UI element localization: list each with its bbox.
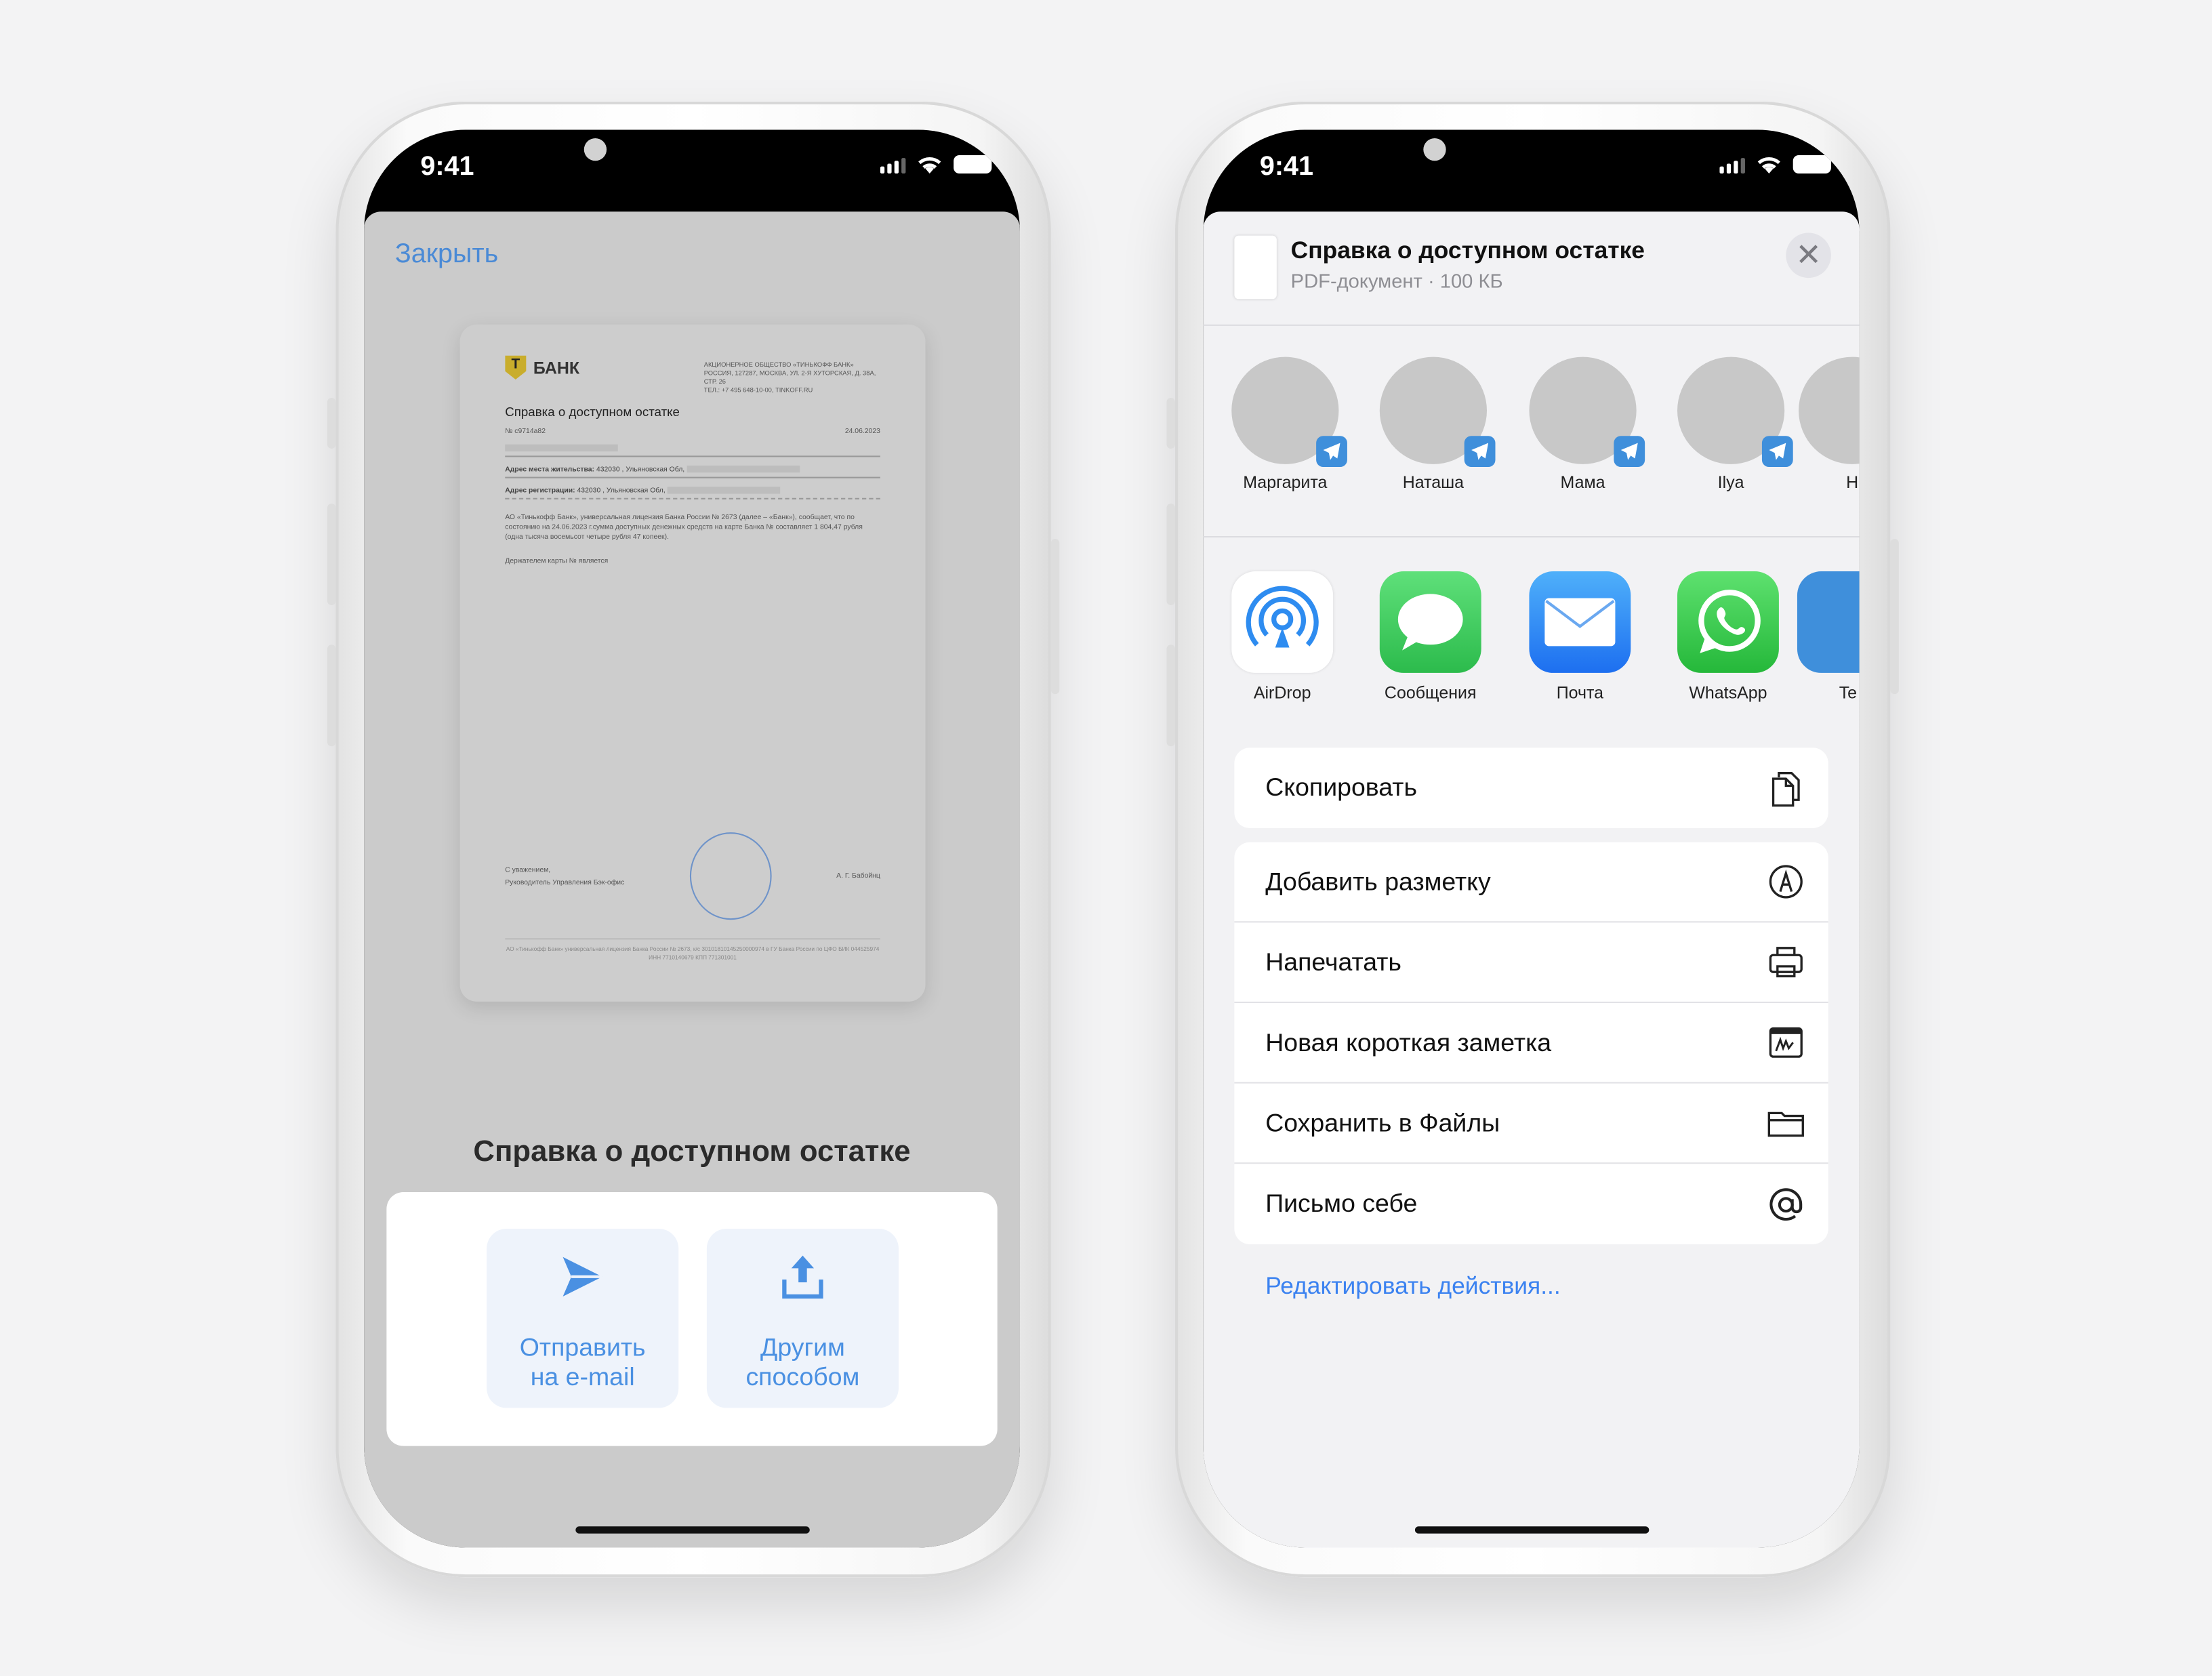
messages-icon (1397, 594, 1463, 651)
left-phone: 9:41 Закрыть Т БАНК АКЦИОНЕРНОЕ ОБЩЕСТВО … (327, 101, 1060, 1578)
action-markup[interactable]: Добавить разметку (1234, 842, 1828, 923)
doc-holder: Держателем карты № является (505, 557, 609, 566)
avatar (1379, 356, 1496, 468)
share-sheet: Справка о доступном остатке PDF-документ… (1203, 211, 1860, 1548)
volume-down-button (327, 645, 336, 747)
stamp-icon (689, 832, 772, 920)
volume-up-button (327, 504, 336, 606)
action-print[interactable]: Напечатать (1234, 922, 1828, 1004)
share-other-button[interactable]: Другим способом (706, 1229, 899, 1408)
action-quick-note[interactable]: Новая короткая заметка (1234, 1003, 1828, 1084)
whatsapp-icon (1698, 590, 1761, 653)
signal-icon (1719, 158, 1745, 174)
battery-icon (1793, 155, 1831, 174)
at-icon (1769, 1187, 1803, 1221)
battery-icon (954, 155, 992, 174)
folder-icon (1767, 1111, 1804, 1137)
quick-note-icon (1769, 1027, 1803, 1058)
action-mail-self[interactable]: Письмо себе (1234, 1164, 1828, 1244)
app-messages[interactable]: Сообщения (1367, 571, 1494, 703)
close-link[interactable]: Закрыть (395, 240, 498, 271)
action-copy[interactable]: Скопировать (1234, 748, 1828, 828)
home-indicator[interactable] (575, 1526, 809, 1534)
volume-up-button (1166, 504, 1175, 606)
actions-list: Добавить разметку Напечатать Новая корот… (1234, 842, 1828, 1244)
document-sheet: Закрыть Т БАНК АКЦИОНЕРНОЕ ОБЩЕСТВО «ТИНЬ… (364, 211, 1020, 1548)
right-phone: 9:41 Справка о доступном остатке PDF-док… (1166, 101, 1899, 1578)
document-title: Справка о доступном остатке (473, 1135, 911, 1168)
contact-mama[interactable]: Мама (1519, 356, 1646, 492)
contact-partial[interactable]: Н (1788, 356, 1860, 492)
share-upload-icon (782, 1255, 823, 1299)
send-email-button[interactable]: Отправить на e-mail (487, 1229, 679, 1408)
status-icons (1719, 155, 1831, 174)
volume-down-button (1166, 645, 1175, 747)
telegram-icon (1620, 443, 1638, 460)
status-time: 9:41 (1259, 152, 1314, 182)
divider (1203, 536, 1860, 538)
copy-icon (1771, 771, 1800, 806)
primary-actions: Скопировать (1234, 748, 1828, 828)
send-icon (562, 1256, 602, 1296)
avatar (1677, 356, 1793, 468)
document-thumbnail (1234, 235, 1277, 300)
contact-margarita[interactable]: Маргарита (1222, 356, 1349, 492)
telegram-icon (1323, 443, 1340, 460)
document-preview[interactable]: Т БАНК АКЦИОНЕРНОЕ ОБЩЕСТВО «ТИНЬКОФФ БАН… (459, 324, 926, 1002)
right-screen: 9:41 Справка о доступном остатке PDF-док… (1203, 129, 1860, 1548)
share-title: Справка о доступном остатке (1290, 237, 1645, 264)
side-button (1166, 398, 1175, 449)
avatar (1799, 356, 1860, 464)
contact-ilya[interactable]: Ilya (1667, 356, 1794, 492)
edit-actions-link[interactable]: Редактировать действия... (1265, 1273, 1561, 1301)
wifi-icon (1757, 157, 1780, 174)
wifi-icon (918, 157, 941, 174)
doc-footer: АО «Тинькофф Банк» универсальная лицензи… (505, 938, 880, 962)
status-time: 9:41 (420, 152, 474, 182)
airdrop-icon (1246, 586, 1319, 648)
power-button (1050, 539, 1060, 695)
doc-body: АО «Тинькофф Банк», универсальная лиценз… (505, 513, 863, 542)
mail-icon (1544, 598, 1616, 647)
signal-icon (880, 158, 906, 174)
action-panel: Отправить на e-mail Другим способом (386, 1191, 998, 1446)
canvas: 9:41 Закрыть Т БАНК АКЦИОНЕРНОЕ ОБЩЕСТВО … (0, 0, 2212, 1676)
app-airdrop[interactable]: AirDrop (1219, 571, 1346, 703)
notch (1401, 129, 1669, 184)
bank-address: АКЦИОНЕРНОЕ ОБЩЕСТВО «ТИНЬКОФФ БАНК» РОС… (703, 361, 876, 394)
share-subtitle: PDF-документ · 100 КБ (1290, 269, 1503, 292)
app-mail[interactable]: Почта (1517, 571, 1643, 703)
app-whatsapp[interactable]: WhatsApp (1664, 571, 1791, 703)
divider (1203, 324, 1860, 326)
side-button (327, 398, 336, 449)
close-button[interactable]: ✕ (1786, 232, 1831, 279)
telegram-icon (1471, 443, 1489, 460)
telegram-icon (1769, 443, 1786, 460)
doc-heading: Справка о доступном остатке (505, 405, 680, 420)
markup-icon (1769, 865, 1803, 899)
status-icons (880, 155, 992, 174)
avatar (1231, 356, 1347, 468)
doc-number: № c9714a82 (505, 427, 546, 436)
home-indicator[interactable] (1414, 1526, 1649, 1534)
printer-icon (1769, 947, 1803, 978)
power-button (1890, 539, 1899, 695)
action-save-files[interactable]: Сохранить в Файлы (1234, 1084, 1828, 1164)
contact-natasha[interactable]: Наташа (1370, 356, 1496, 492)
doc-date: 24.06.2023 (844, 427, 880, 436)
notch (561, 129, 830, 184)
app-telegram-partial[interactable]: Te (1784, 571, 1860, 703)
left-screen: 9:41 Закрыть Т БАНК АКЦИОНЕРНОЕ ОБЩЕСТВО … (364, 129, 1020, 1548)
avatar (1529, 356, 1645, 468)
